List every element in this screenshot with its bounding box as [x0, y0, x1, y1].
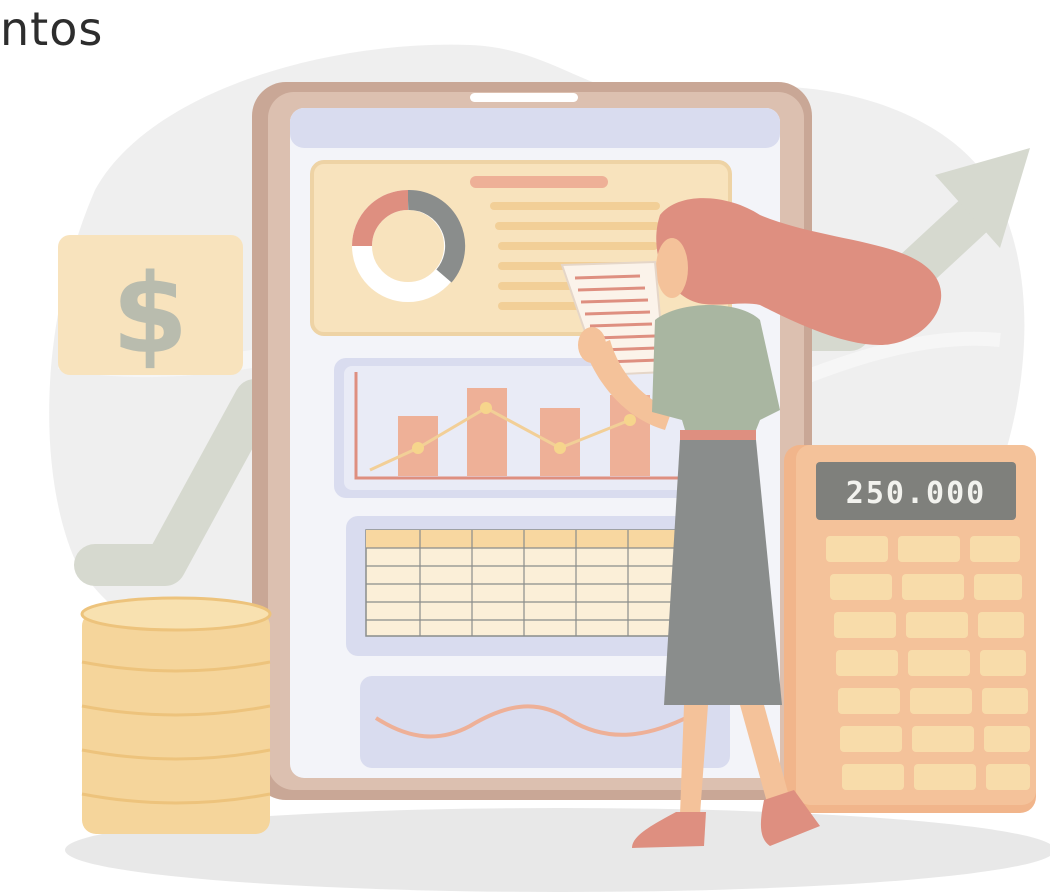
calculator-display-value: 250.000	[846, 476, 986, 511]
calculator: 250.000	[784, 445, 1036, 813]
chart-bar	[467, 388, 507, 476]
dollar-icon: $	[112, 250, 189, 378]
finance-illustration: $ 250.000	[49, 44, 1050, 892]
coins-stack	[80, 596, 272, 834]
table-card	[346, 516, 716, 656]
dollar-card: $	[58, 235, 243, 378]
calculator-keys	[826, 536, 1030, 790]
